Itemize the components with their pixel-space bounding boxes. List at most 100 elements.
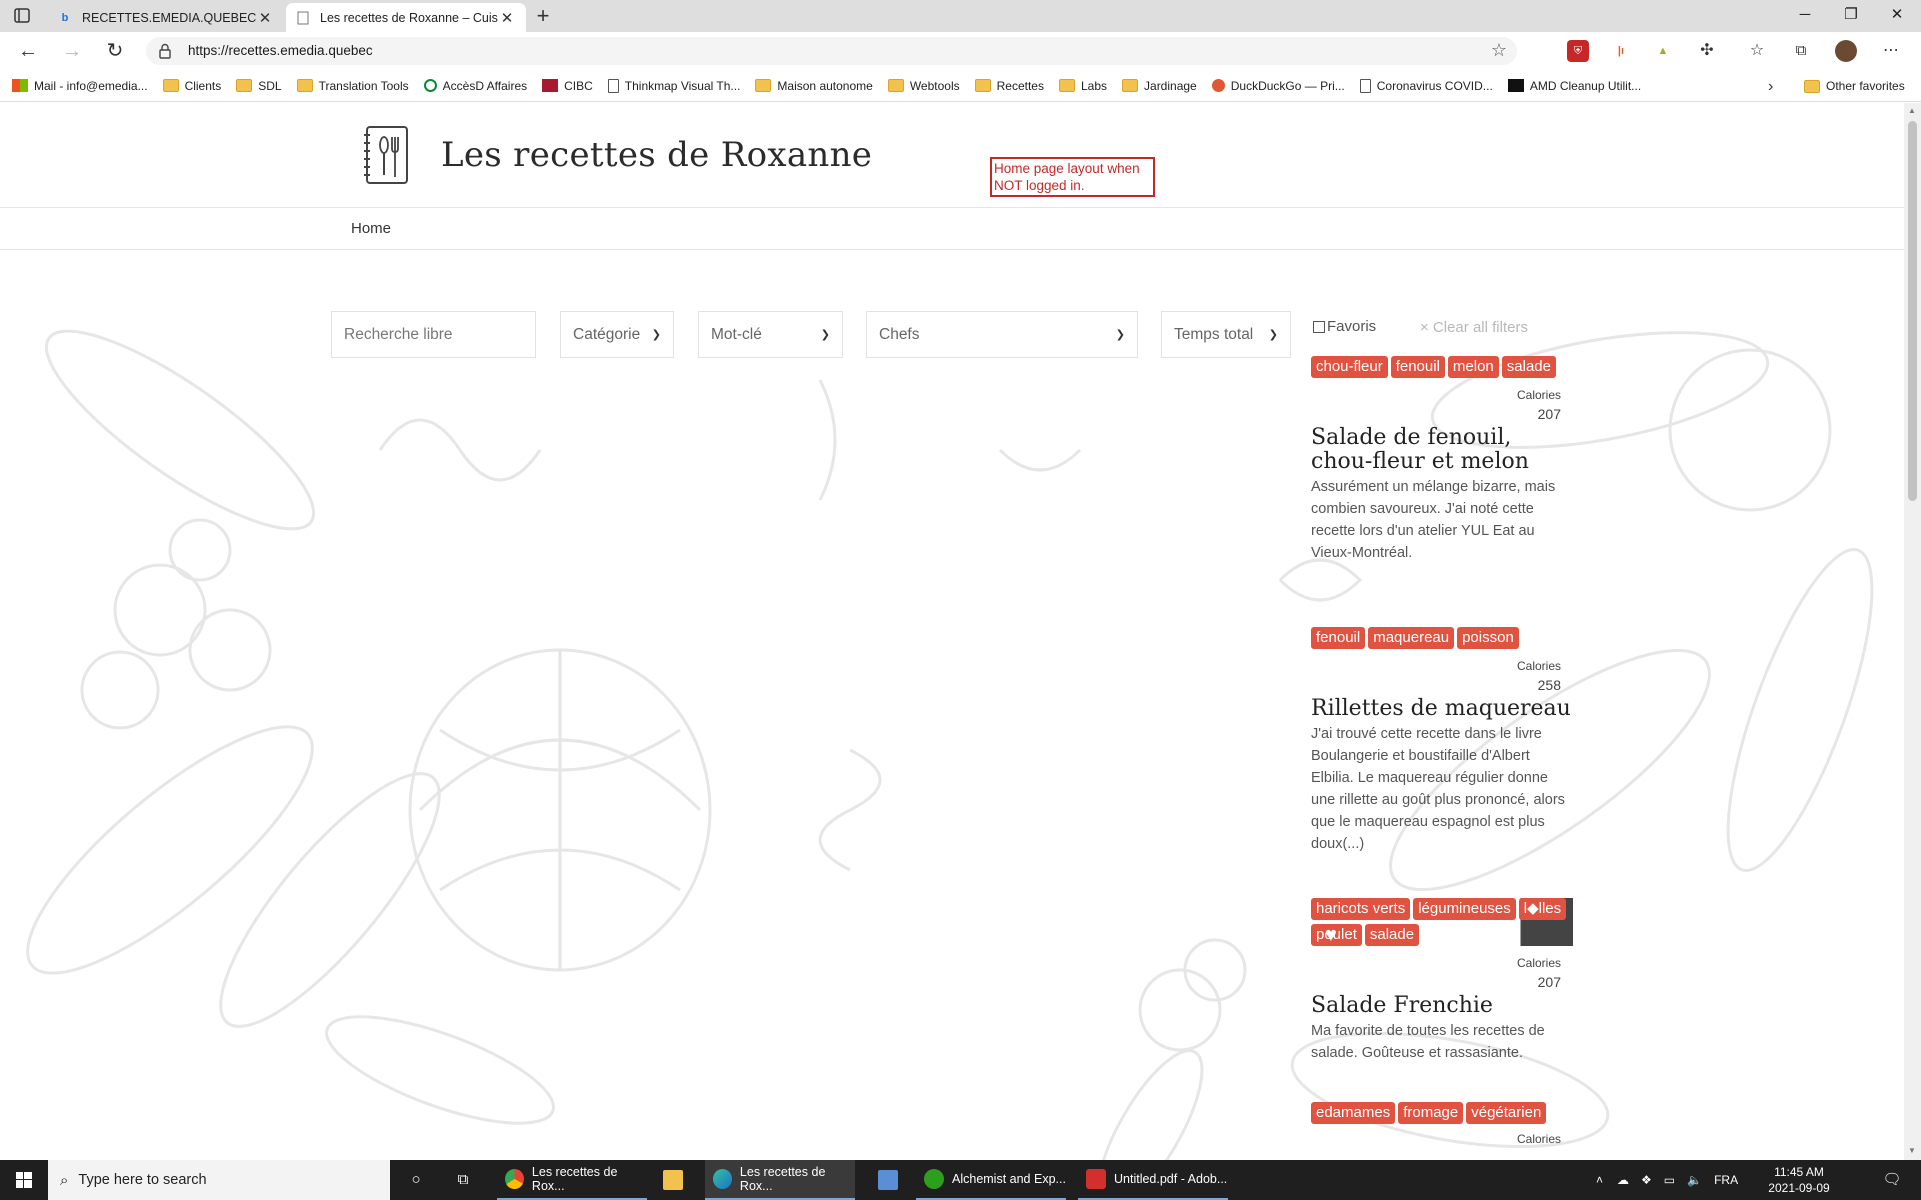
language-indicator[interactable]: FRA xyxy=(1714,1173,1738,1187)
taskbar-app-chrome[interactable]: Les recettes de Rox... xyxy=(497,1160,647,1200)
clear-filters-link[interactable]: × Clear all filters xyxy=(1420,319,1528,336)
collections-icon[interactable]: ⧉ xyxy=(1790,40,1812,62)
page-scrollbar[interactable]: ▲ ▼ xyxy=(1904,103,1921,1160)
taskbar-app-explorer[interactable] xyxy=(655,1160,697,1200)
browser-toolbar: ← → ↻ https://recettes.emedia.quebec ☆ ⛨… xyxy=(0,32,1921,70)
dropbox-icon[interactable]: ❖ xyxy=(1641,1173,1652,1187)
chrome-icon xyxy=(505,1169,524,1189)
bookmark-amd[interactable]: AMD Cleanup Utilit... xyxy=(1507,79,1641,93)
bookmark-jardinage[interactable]: Jardinage xyxy=(1122,79,1197,93)
other-favorites[interactable]: Other favorites xyxy=(1804,70,1905,102)
bookmark-thinkmap[interactable]: Thinkmap Visual Th... xyxy=(607,78,740,93)
taskbar-app-calculator[interactable] xyxy=(870,1160,912,1200)
scrollbar-thumb[interactable] xyxy=(1908,121,1917,501)
recipe-tag[interactable]: légumineuses xyxy=(1413,898,1516,920)
category-select[interactable]: Catégorie ❯ xyxy=(560,311,674,358)
recipe-title[interactable]: Salade de fenouil, chou-fleur et melon xyxy=(1311,426,1573,474)
recipe-tag[interactable]: végétarien xyxy=(1466,1102,1547,1124)
total-time-select[interactable]: Temps total ❯ xyxy=(1161,311,1291,358)
taskbar-app-acrobat[interactable]: Untitled.pdf - Adob... xyxy=(1078,1160,1228,1200)
scroll-down-icon[interactable]: ▼ xyxy=(1908,1146,1916,1155)
task-view-icon[interactable]: ⧉ xyxy=(451,1168,475,1192)
search-input[interactable]: Recherche libre xyxy=(331,311,536,358)
nav-home-link[interactable]: Home xyxy=(351,220,391,237)
forward-button[interactable]: → xyxy=(58,38,86,64)
taskbar-app-quickbooks[interactable]: Alchemist and Exp... xyxy=(916,1160,1066,1200)
recipe-tag[interactable]: salade xyxy=(1501,356,1556,378)
close-tab-icon[interactable]: ✕ xyxy=(256,9,274,27)
lock-icon[interactable] xyxy=(158,43,172,59)
more-menu-icon[interactable]: ⋯ xyxy=(1880,40,1902,62)
recipe-tag[interactable]: edamames xyxy=(1311,1102,1396,1124)
start-button[interactable] xyxy=(0,1160,48,1200)
scroll-up-icon[interactable]: ▲ xyxy=(1908,106,1916,115)
bookmark-clients[interactable]: Clients xyxy=(162,79,221,93)
bookmark-translation-tools[interactable]: Translation Tools xyxy=(296,79,409,93)
keyword-select[interactable]: Mot-clé ❯ xyxy=(698,311,843,358)
recipe-tag[interactable]: l◆lles xyxy=(1518,898,1567,920)
recipe-card[interactable]: chou-fleur fenouil melon salade Calories… xyxy=(1311,356,1573,564)
recipe-tag[interactable]: poisson xyxy=(1457,627,1519,649)
bookmark-labs[interactable]: Labs xyxy=(1058,79,1107,93)
bookmark-duckduckgo[interactable]: DuckDuckGo — Pri... xyxy=(1211,79,1345,93)
favoris-checkbox[interactable] xyxy=(1313,320,1325,333)
heart-icon[interactable]: ♥ xyxy=(1325,924,1337,947)
extension-shield-icon[interactable]: ⛨ xyxy=(1567,40,1589,62)
recipe-card[interactable]: haricots verts légumineuses l◆lles poule… xyxy=(1311,898,1573,1064)
tab-actions-icon[interactable] xyxy=(12,7,34,25)
minimize-button[interactable]: ─ xyxy=(1782,0,1828,30)
tab-bing[interactable]: b RECETTES.EMEDIA.QUEBEC - Bing ✕ xyxy=(48,3,284,32)
extension-drop-icon[interactable]: ▲ xyxy=(1652,40,1674,62)
close-tab-icon[interactable]: ✕ xyxy=(498,9,516,27)
recipe-title[interactable]: Rillettes de maquereau xyxy=(1311,697,1573,721)
chefs-select[interactable]: Chefs ❯ xyxy=(866,311,1138,358)
profile-avatar[interactable] xyxy=(1835,40,1857,62)
favorites-icon[interactable]: ☆ xyxy=(1746,40,1768,62)
bookmark-cibc[interactable]: CIBC xyxy=(542,79,593,93)
recipe-title[interactable]: Salade Frenchie xyxy=(1311,994,1573,1018)
recipe-card[interactable]: fenouil maquereau poisson Calories 258 R… xyxy=(1311,627,1573,855)
recipe-book-logo-icon[interactable] xyxy=(362,123,412,187)
recipe-tag[interactable]: fromage xyxy=(1398,1102,1464,1124)
recipe-tag[interactable]: maquereau xyxy=(1368,627,1455,649)
url-text[interactable]: https://recettes.emedia.quebec xyxy=(188,43,373,58)
bookmark-label: Mail - info@emedia... xyxy=(34,78,148,93)
network-icon[interactable]: ▭ xyxy=(1664,1173,1675,1187)
bookmark-recettes[interactable]: Recettes xyxy=(974,79,1044,93)
recipe-tag[interactable]: fenouil xyxy=(1390,356,1445,378)
volume-icon[interactable]: 🔈 xyxy=(1687,1173,1702,1187)
cortana-icon[interactable]: ○ xyxy=(404,1168,428,1192)
bookmark-webtools[interactable]: Webtools xyxy=(887,79,960,93)
favoris-filter[interactable]: Favoris xyxy=(1313,318,1376,335)
recipe-tag[interactable]: fenouil xyxy=(1311,627,1366,649)
clock[interactable]: 11:45 AM 2021-09-09 xyxy=(1764,1164,1834,1196)
recipe-tag[interactable]: melon xyxy=(1447,356,1499,378)
recipe-tag[interactable]: haricots verts xyxy=(1311,898,1411,920)
address-bar[interactable]: https://recettes.emedia.quebec ☆ xyxy=(146,37,1517,65)
taskbar-search[interactable]: ⌕ Type here to search xyxy=(48,1160,390,1200)
cloud-icon[interactable]: ☁ xyxy=(1617,1173,1629,1187)
bookmark-maison-autonome[interactable]: Maison autonome xyxy=(755,79,873,93)
chevron-right-icon[interactable]: › xyxy=(1768,78,1773,96)
chevron-up-icon[interactable]: ˄ xyxy=(1596,1173,1603,1187)
taskbar-app-edge[interactable]: Les recettes de Rox... xyxy=(705,1160,855,1200)
add-favorite-icon[interactable]: ☆ xyxy=(1491,40,1507,61)
site-title[interactable]: Les recettes de Roxanne xyxy=(441,135,872,175)
notifications-icon[interactable]: 🗨 xyxy=(1880,1168,1904,1192)
folder-icon xyxy=(236,79,253,92)
recipe-tag[interactable]: salade xyxy=(1364,924,1420,946)
extension-bars-icon[interactable]: |ı xyxy=(1610,40,1632,62)
bookmark-accesd[interactable]: AccèsD Affaires xyxy=(423,79,527,93)
bookmark-coronavirus[interactable]: Coronavirus COVID... xyxy=(1359,78,1493,93)
bookmark-sdl[interactable]: SDL xyxy=(236,79,282,93)
recipe-card[interactable]: edamames fromage végétarien Calories xyxy=(1311,1102,1573,1146)
new-tab-button[interactable]: + xyxy=(530,4,556,30)
extensions-puzzle-icon[interactable]: ✣ xyxy=(1696,40,1718,62)
close-window-button[interactable]: ✕ xyxy=(1874,0,1920,30)
tab-recettes[interactable]: Les recettes de Roxanne – Cuisine ✕ xyxy=(286,3,526,32)
recipe-tag[interactable]: chou-fleur xyxy=(1311,356,1388,378)
restore-button[interactable]: ❐ xyxy=(1828,0,1874,30)
refresh-button[interactable]: ↻ xyxy=(101,38,129,64)
bookmark-mail[interactable]: Mail - info@emedia... xyxy=(12,79,148,93)
back-button[interactable]: ← xyxy=(14,38,42,64)
